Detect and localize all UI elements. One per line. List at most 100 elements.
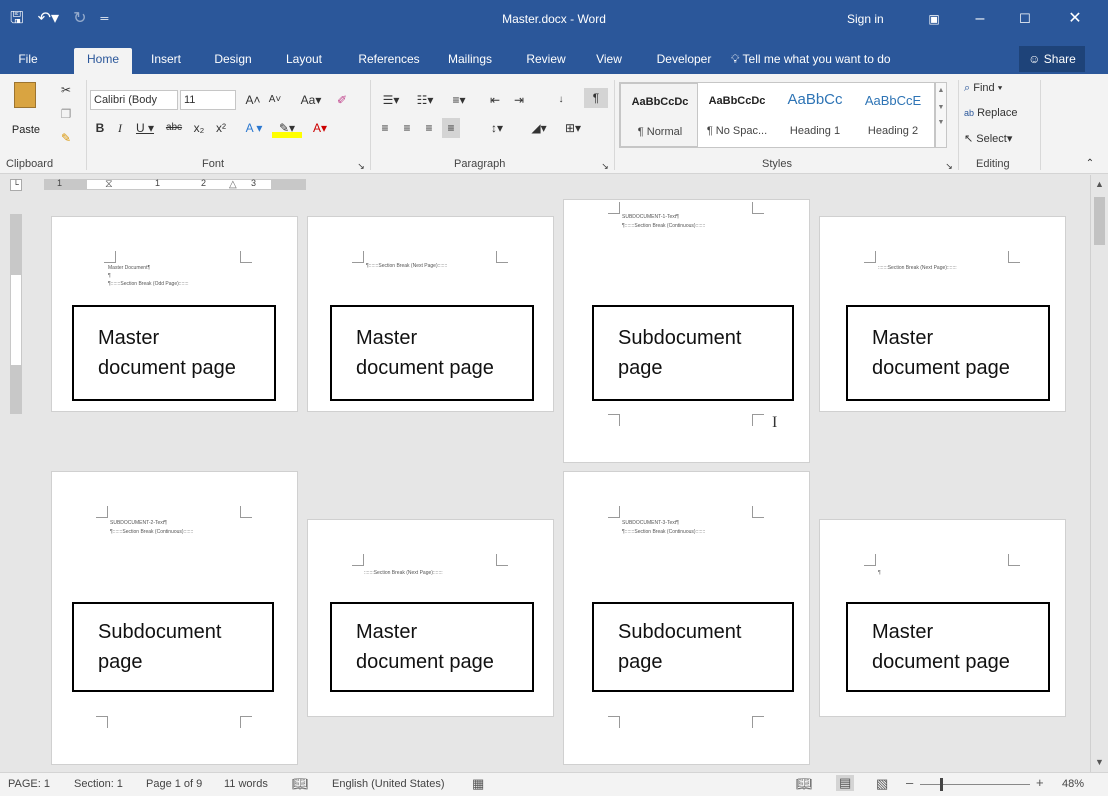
macro-recording-icon[interactable]: ▦ <box>472 776 484 792</box>
tab-layout[interactable]: Layout <box>277 48 331 74</box>
proofing-icon[interactable]: 📖︎ <box>292 776 309 792</box>
status-page[interactable]: PAGE: 1 <box>8 778 50 790</box>
zoom-level[interactable]: 48% <box>1062 778 1084 790</box>
shrink-font-icon[interactable]: A˅ <box>266 90 284 110</box>
line-spacing-icon[interactable]: ↕▾ <box>482 118 512 138</box>
status-word-count[interactable]: 11 words <box>224 778 268 790</box>
share-button[interactable]: ☺ Share <box>1019 46 1085 72</box>
select-button[interactable]: ↖ Select▾ <box>964 132 1012 145</box>
change-case-button[interactable]: Aa▾ <box>296 90 326 110</box>
underline-icon[interactable]: U ▾ <box>132 118 158 138</box>
tell-me-search[interactable]: 💡︎ Tell me what you want to do <box>731 52 891 67</box>
zoom-slider-thumb[interactable] <box>940 778 943 791</box>
decrease-indent-icon[interactable]: ⇤ <box>484 90 506 110</box>
read-mode-icon[interactable]: 📖︎ <box>796 776 813 792</box>
status-language[interactable]: English (United States) <box>332 778 445 790</box>
tab-file[interactable]: File <box>8 48 48 74</box>
bold-icon[interactable]: B <box>92 118 108 138</box>
chevron-up-icon[interactable]: ▲ <box>936 87 946 94</box>
tab-references[interactable]: References <box>349 48 429 74</box>
cut-icon[interactable]: ✂ <box>56 80 76 100</box>
subscript-icon[interactable]: x₂ <box>190 118 208 138</box>
shading-icon[interactable]: ◢▾ <box>524 118 554 138</box>
status-page-of[interactable]: Page 1 of 9 <box>146 778 202 790</box>
zoom-out-icon[interactable]: – <box>906 775 913 790</box>
maximize-icon[interactable]: ☐ <box>1005 6 1045 32</box>
superscript-icon[interactable]: x² <box>212 118 230 138</box>
style-normal[interactable]: AaBbCcDc ¶ Normal <box>620 83 698 147</box>
tab-insert[interactable]: Insert <box>140 48 192 74</box>
document-page[interactable]: SUBDOCUMENT-3-Text¶ ¶:::::::Section Brea… <box>564 472 809 764</box>
font-color-icon[interactable]: A▾ <box>306 118 334 138</box>
status-section[interactable]: Section: 1 <box>74 778 123 790</box>
collapse-ribbon-icon[interactable]: ⌃ <box>1082 154 1098 174</box>
tab-developer[interactable]: Developer <box>647 48 721 74</box>
clipboard-group-label: Clipboard <box>6 158 54 170</box>
tab-home[interactable]: Home <box>74 48 132 74</box>
zoom-in-icon[interactable]: + <box>1036 775 1044 790</box>
more-styles-icon[interactable]: ▼ <box>936 119 946 126</box>
scroll-thumb[interactable] <box>1094 197 1105 245</box>
scroll-down-icon[interactable]: ▼ <box>1095 757 1104 767</box>
grow-font-icon[interactable]: A˄ <box>244 90 262 110</box>
clear-formatting-icon[interactable]: ✐ <box>332 90 352 110</box>
zoom-slider[interactable] <box>920 778 1030 791</box>
paragraph-dialog-launcher-icon[interactable]: ↘ <box>600 156 610 176</box>
document-page[interactable]: ¶ Master document page <box>820 520 1065 716</box>
format-painter-icon[interactable]: ✎ <box>56 128 76 148</box>
tab-design[interactable]: Design <box>206 48 260 74</box>
multilevel-list-icon[interactable]: ≡▾ <box>444 90 474 110</box>
styles-scroll[interactable]: ▲ ▼ ▼ <box>935 82 947 148</box>
tab-stop-icon[interactable]: △ <box>229 179 237 190</box>
sort-icon[interactable]: ↓ <box>552 90 570 110</box>
find-button[interactable]: ⌕ Find ▾ <box>964 82 1002 95</box>
align-right-icon[interactable]: ≡ <box>420 118 438 138</box>
tab-selector-icon[interactable]: └ <box>10 179 22 191</box>
crop-mark <box>1008 554 1020 566</box>
replace-button[interactable]: ab Replace <box>964 107 1017 119</box>
document-page[interactable]: Master Document¶ ¶ ¶:::::::Section Break… <box>52 217 297 411</box>
vertical-ruler[interactable] <box>10 214 22 414</box>
document-page[interactable]: SUBDOCUMENT-1-Text¶ ¶:::::::Section Brea… <box>564 200 809 462</box>
minimize-icon[interactable]: – <box>960 6 1000 32</box>
tab-view[interactable]: View <box>588 48 630 74</box>
increase-indent-icon[interactable]: ⇥ <box>508 90 530 110</box>
copy-icon[interactable]: ❐ <box>56 104 76 124</box>
style-heading-1[interactable]: AaBbCc Heading 1 <box>776 83 854 147</box>
font-dialog-launcher-icon[interactable]: ↘ <box>356 156 366 176</box>
vertical-scrollbar[interactable]: ▲ ▼ <box>1090 175 1108 772</box>
document-page[interactable]: :::::::Section Break (Next Page)::::::: … <box>308 520 553 716</box>
align-center-icon[interactable]: ≡ <box>398 118 416 138</box>
highlight-icon[interactable]: ✎▾ <box>272 118 302 138</box>
italic-icon[interactable]: I <box>112 118 128 138</box>
style-preview: AaBbCcDc <box>708 95 766 107</box>
strikethrough-icon[interactable]: abc <box>162 118 186 138</box>
numbering-icon[interactable]: ☷▾ <box>410 90 440 110</box>
show-formatting-marks-icon[interactable]: ¶ <box>584 88 608 108</box>
justify-icon[interactable]: ≡ <box>442 118 460 138</box>
indent-marker-icon[interactable]: ⧖ <box>105 178 113 191</box>
font-size-field[interactable]: 11 <box>180 90 236 110</box>
document-page[interactable]: ¶:::::::Section Break (Next Page):::::::… <box>308 217 553 411</box>
tab-mailings[interactable]: Mailings <box>440 48 500 74</box>
tab-review[interactable]: Review <box>519 48 573 74</box>
close-icon[interactable]: ✕ <box>1055 6 1095 32</box>
ribbon-display-icon[interactable]: ▣ <box>914 6 954 32</box>
style-no-spacing[interactable]: AaBbCcDc ¶ No Spac... <box>698 83 776 147</box>
horizontal-ruler[interactable]: 1 1 2 3 ⧖ △ <box>44 178 306 191</box>
paste-button[interactable]: Paste <box>6 80 46 150</box>
print-layout-icon[interactable]: ▤ <box>836 775 855 791</box>
bullets-icon[interactable]: ☰▾ <box>376 90 406 110</box>
style-heading-2[interactable]: AaBbCcE Heading 2 <box>854 83 932 147</box>
web-layout-icon[interactable]: ▧ <box>876 776 888 792</box>
text-effects-icon[interactable]: A ▾ <box>240 118 268 138</box>
font-name-field[interactable]: Calibri (Body <box>90 90 178 110</box>
align-left-icon[interactable]: ≡ <box>376 118 394 138</box>
document-page[interactable]: :::::::Section Break (Next Page)::::::: … <box>820 217 1065 411</box>
scroll-up-icon[interactable]: ▲ <box>1095 179 1104 189</box>
borders-icon[interactable]: ⊞▾ <box>558 118 588 138</box>
sign-in-link[interactable]: Sign in <box>847 12 884 26</box>
chevron-down-icon[interactable]: ▼ <box>936 104 946 111</box>
styles-dialog-launcher-icon[interactable]: ↘ <box>944 156 954 176</box>
document-page[interactable]: SUBDOCUMENT-2-Text¶ ¶:::::::Section Brea… <box>52 472 297 764</box>
